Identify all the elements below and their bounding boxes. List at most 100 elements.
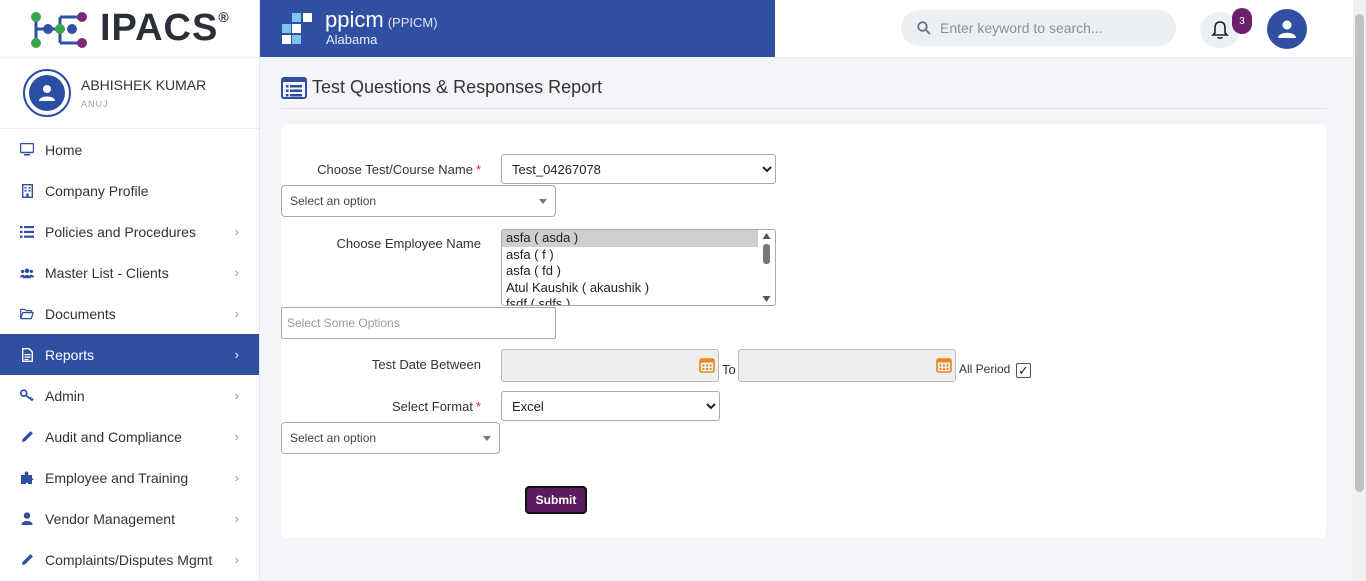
sidebar-item-home[interactable]: Home xyxy=(0,129,259,170)
users-icon xyxy=(20,266,34,280)
bell-icon xyxy=(1211,21,1229,39)
listbox-scrollbar[interactable] xyxy=(758,230,775,305)
user-icon xyxy=(20,512,34,526)
format-chosen-placeholder: Select an option xyxy=(290,431,377,445)
date-to-input[interactable] xyxy=(738,349,956,382)
agency-code: (PPICM) xyxy=(387,15,438,30)
page-title: Test Questions & Responses Report xyxy=(312,77,603,97)
sidebar-item-label: Employee and Training xyxy=(45,469,189,486)
agency-state: Alabama xyxy=(326,32,378,47)
course-chosen-select[interactable]: Select an option xyxy=(281,185,556,217)
sidebar-nav: Home Company Profile Policies and Procedur… xyxy=(0,129,259,580)
format-chosen-select[interactable]: Select an option xyxy=(281,422,500,454)
course-label: Choose Test/Course Name * xyxy=(317,162,481,177)
employee-option[interactable]: asfa ( f ) xyxy=(502,247,758,264)
user-avatar-icon xyxy=(39,85,55,101)
user-icon xyxy=(1278,20,1296,38)
sidebar-item-reports[interactable]: Reports › xyxy=(0,334,259,375)
sidebar-item-audit-and-compliance[interactable]: Audit and Compliance › xyxy=(0,416,259,457)
key-icon xyxy=(20,389,34,403)
employee-option[interactable]: asfa ( fd ) xyxy=(502,263,758,280)
agency-name: ppicm (PPICM) xyxy=(325,7,438,32)
search-input[interactable] xyxy=(940,20,1160,36)
pencil-icon xyxy=(20,430,34,444)
logo-text: IPACS® xyxy=(100,7,230,49)
puzzle-icon xyxy=(20,471,34,485)
sidebar-item-label: Master List - Clients xyxy=(45,264,169,281)
sidebar-item-company-profile[interactable]: Company Profile xyxy=(0,170,259,211)
user-panel: ABHISHEK KUMAR ANUJ xyxy=(0,57,259,129)
employee-option[interactable]: asfa ( asda ) xyxy=(502,230,758,247)
chevron-right-icon: › xyxy=(234,511,239,526)
employee-multiselect[interactable]: asfa ( asda ) asfa ( f ) asfa ( fd ) Atul K… xyxy=(501,229,776,306)
chevron-right-icon: › xyxy=(234,429,239,444)
sidebar-item-label: Home xyxy=(45,141,83,158)
sidebar-item-label: Complaints/Disputes Mgmt xyxy=(45,551,213,568)
user-subtitle: ANUJ xyxy=(81,99,109,109)
scrollbar-thumb[interactable] xyxy=(1355,14,1364,492)
format-label: Select Format * xyxy=(392,399,481,414)
all-period-checkbox[interactable]: ✓ xyxy=(1016,363,1031,378)
caret-down-icon xyxy=(483,436,491,441)
report-form-card: Choose Test/Course Name * Test_04267078 S… xyxy=(281,124,1326,538)
sidebar: IPACS® ABHISHEK KUMAR ANUJ Home Company P… xyxy=(0,0,260,581)
all-period-label: All Period xyxy=(959,362,1011,376)
avatar[interactable] xyxy=(23,69,71,117)
agency-brand: ppicm (PPICM) Alabama xyxy=(260,0,775,57)
top-bar: 3 xyxy=(775,0,1353,57)
submit-button[interactable]: Submit xyxy=(525,486,587,514)
sidebar-item-complaints-disputes-mgmt[interactable]: Complaints/Disputes Mgmt › xyxy=(0,539,259,580)
list-icon xyxy=(20,225,34,239)
sidebar-item-label: Policies and Procedures xyxy=(45,223,196,240)
sidebar-item-documents[interactable]: Documents › xyxy=(0,293,259,334)
employee-label: Choose Employee Name xyxy=(336,236,481,251)
chevron-right-icon: › xyxy=(234,306,239,321)
search-icon xyxy=(917,21,931,35)
sidebar-item-employee-and-training[interactable]: Employee and Training › xyxy=(0,457,259,498)
sidebar-item-label: Documents xyxy=(45,305,116,322)
chevron-right-icon: › xyxy=(234,552,239,567)
sidebar-item-master-list-clients[interactable]: Master List - Clients › xyxy=(0,252,259,293)
sidebar-item-label: Admin xyxy=(45,387,85,404)
building-icon xyxy=(20,183,34,198)
chevron-right-icon: › xyxy=(234,470,239,485)
sidebar-item-label: Reports xyxy=(45,346,95,363)
sidebar-item-vendor-management[interactable]: Vendor Management › xyxy=(0,498,259,539)
chevron-right-icon: › xyxy=(234,347,239,362)
page-scrollbar[interactable] xyxy=(1353,0,1366,581)
chevron-right-icon: › xyxy=(234,265,239,280)
course-select[interactable]: Test_04267078 xyxy=(501,154,776,184)
profile-menu-button[interactable] xyxy=(1267,9,1307,49)
format-select[interactable]: Excel xyxy=(501,391,720,421)
chevron-right-icon: › xyxy=(234,224,239,239)
pencil-icon xyxy=(20,553,34,567)
calendar-icon[interactable] xyxy=(936,357,952,373)
employee-option[interactable]: fsdf ( sdfs ) xyxy=(502,296,758,305)
search-box xyxy=(901,10,1176,46)
agency-logo-icon xyxy=(282,13,312,44)
report-list-icon xyxy=(281,77,307,99)
employee-chosen-input[interactable]: Select Some Options xyxy=(281,307,556,339)
app-logo[interactable]: IPACS® xyxy=(0,0,259,57)
caret-down-icon xyxy=(539,199,547,204)
employee-option[interactable]: Atul Kaushik ( akaushik ) xyxy=(502,280,758,297)
course-chosen-placeholder: Select an option xyxy=(290,194,377,208)
sidebar-item-admin[interactable]: Admin › xyxy=(0,375,259,416)
employee-chosen-placeholder: Select Some Options xyxy=(287,316,400,330)
page-header: Test Questions & Responses Report xyxy=(281,74,1327,109)
notification-count-badge: 3 xyxy=(1232,8,1252,34)
date-from-input[interactable] xyxy=(501,349,719,382)
ipacs-logo-icon xyxy=(31,11,87,48)
sidebar-item-label: Audit and Compliance xyxy=(45,428,182,445)
sidebar-item-policies-and-procedures[interactable]: Policies and Procedures › xyxy=(0,211,259,252)
sidebar-item-label: Company Profile xyxy=(45,182,149,199)
date-label: Test Date Between xyxy=(371,357,481,372)
sidebar-item-label: Vendor Management xyxy=(45,510,175,527)
file-text-icon xyxy=(20,347,34,362)
folder-open-icon xyxy=(20,307,34,321)
chevron-right-icon: › xyxy=(234,388,239,403)
monitor-icon xyxy=(20,143,34,157)
to-label: To xyxy=(722,362,736,377)
calendar-icon[interactable] xyxy=(699,357,715,373)
user-name: ABHISHEK KUMAR xyxy=(81,77,207,93)
